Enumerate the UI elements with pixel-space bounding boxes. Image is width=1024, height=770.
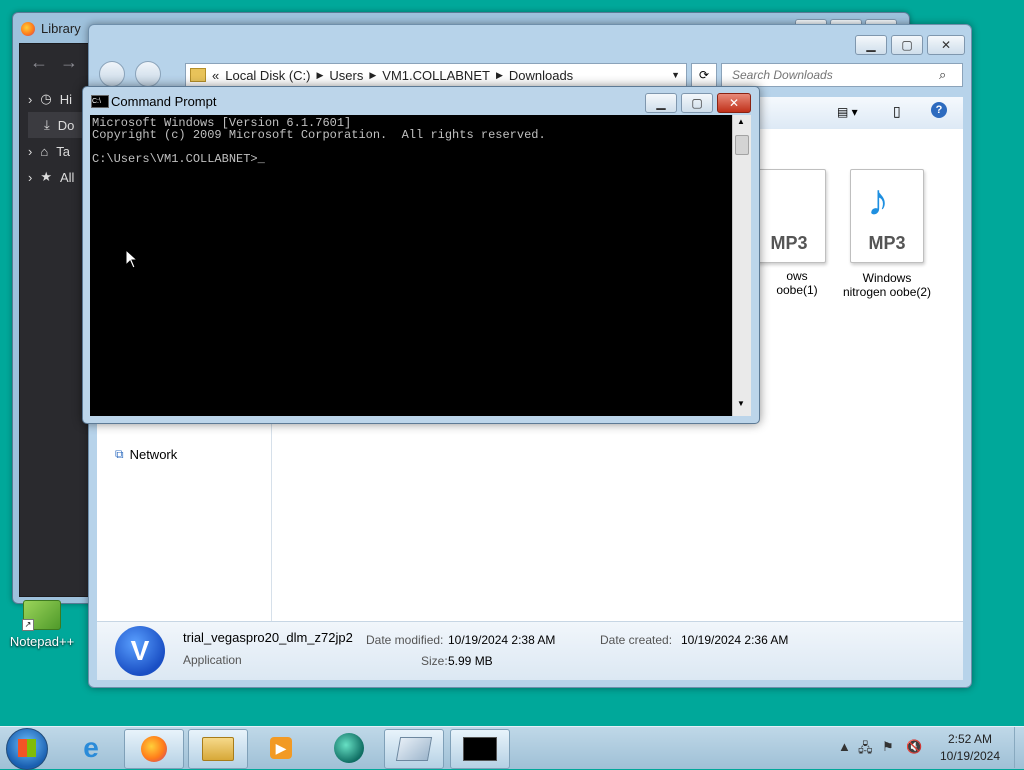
notepad-plus-plus-icon: ↗	[22, 600, 61, 631]
breadcrumb-separator-icon: ▶	[316, 69, 324, 80]
library-title: Library	[21, 21, 81, 36]
command-prompt-window: C:\ Command Prompt ▁ ▢ ✕ Microsoft Windo…	[82, 86, 760, 424]
scroll-up-icon[interactable]: ▲	[737, 117, 745, 126]
console-output[interactable]: Microsoft Windows [Version 6.1.7601] Cop…	[90, 115, 732, 416]
network-tray-icon[interactable]: 🖧	[858, 739, 873, 761]
network-icon: ⧉	[115, 447, 124, 461]
mouse-cursor-icon	[125, 249, 139, 269]
refresh-button[interactable]: ⟳	[691, 63, 717, 87]
library-tags-item[interactable]: › ⌂ Ta	[28, 138, 70, 164]
folder-icon	[202, 737, 234, 761]
breadcrumb-item[interactable]: Users	[329, 68, 363, 83]
nav-item-network[interactable]: ⧉ Network	[115, 447, 177, 462]
search-box[interactable]: ⌕	[721, 63, 963, 87]
detail-modified-value: 10/19/2024 2:38 AM	[448, 633, 556, 647]
details-pane: V trial_vegaspro20_dlm_z72jp2 Applicatio…	[97, 621, 963, 680]
detail-kind: Application	[183, 653, 242, 667]
cmd-close-button[interactable]: ✕	[717, 93, 751, 113]
clock-date: 10/19/2024	[939, 749, 1001, 763]
breadcrumb-item[interactable]: Downloads	[509, 68, 573, 83]
explorer-minimize-button[interactable]: ▁	[855, 35, 887, 55]
chevron-right-icon: ›	[28, 143, 33, 159]
address-dropdown-icon[interactable]: ▼	[671, 70, 680, 80]
star-icon: ★	[40, 169, 52, 184]
help-icon[interactable]: ?	[931, 102, 947, 118]
taskbar-firefox[interactable]	[124, 729, 184, 769]
preview-pane-icon[interactable]: ▯	[893, 103, 901, 120]
clock-time: 2:52 AM	[947, 732, 993, 746]
cmd-app-icon: C:\	[91, 95, 109, 108]
breadcrumb-separator-icon: ▶	[495, 69, 503, 80]
back-arrow-icon[interactable]: ←	[30, 52, 48, 73]
search-input[interactable]	[730, 67, 939, 83]
windows-logo-icon	[18, 739, 36, 757]
detail-filename: trial_vegaspro20_dlm_z72jp2	[183, 630, 353, 645]
taskbar-app[interactable]	[320, 729, 378, 767]
cmd-icon	[463, 737, 497, 761]
explorer-close-button[interactable]: ✕	[927, 35, 965, 55]
taskbar-command-prompt[interactable]	[450, 729, 510, 769]
firefox-icon	[141, 736, 167, 762]
scroll-down-icon[interactable]: ▼	[737, 399, 745, 408]
clock[interactable]: 2:52 AM 10/19/2024	[930, 731, 1010, 765]
folder-icon	[190, 68, 206, 82]
breadcrumb-overflow-icon: «	[212, 67, 220, 83]
library-all-bookmarks-item[interactable]: › ★ All	[28, 164, 74, 190]
show-hidden-icons-icon[interactable]: ▲	[838, 739, 851, 754]
detail-created-label: Date created:	[600, 633, 673, 647]
console-prompt-line: C:\Users\VM1.COLLABNET>_	[92, 152, 265, 166]
desktop-icon-notepad[interactable]: ↗ Notepad++	[4, 600, 80, 649]
file-item[interactable]: ♪ MP3 Windows nitrogen oobe(2)	[832, 169, 942, 299]
window-icon	[395, 737, 433, 761]
mp3-file-icon: MP3	[752, 169, 826, 263]
media-player-icon: ▶	[270, 737, 292, 759]
console-scrollbar[interactable]: ▲ ▼	[732, 115, 751, 416]
volume-muted-icon[interactable]: 🔇	[906, 739, 922, 755]
taskbar-explorer[interactable]	[188, 729, 248, 769]
clock-icon: ◷	[40, 91, 52, 106]
vegas-app-icon: V	[115, 626, 165, 676]
detail-size-label: Size:	[421, 654, 448, 668]
breadcrumb-separator-icon: ▶	[369, 69, 377, 80]
taskbar-internet-explorer[interactable]: e	[62, 729, 120, 767]
start-button[interactable]	[6, 728, 48, 770]
library-history-item[interactable]: › ◷ Hi	[28, 86, 72, 112]
forward-arrow-icon[interactable]: →	[60, 52, 78, 73]
tag-icon: ⌂	[40, 143, 49, 159]
detail-size-value: 5.99 MB	[448, 654, 493, 668]
address-bar[interactable]: « Local Disk (C:) ▶ Users ▶ VM1.COLLABNE…	[185, 63, 687, 87]
internet-explorer-icon: e	[83, 732, 99, 763]
detail-modified-label: Date modified:	[366, 633, 444, 647]
view-options-icon[interactable]: ▤ ▾	[837, 105, 858, 119]
chevron-right-icon: ›	[28, 91, 33, 107]
explorer-back-button[interactable]	[99, 61, 125, 87]
taskbar: e ▶ ▲ 🖧 ⚑ 🔇 2:52 AM 10/19/2024	[0, 726, 1024, 770]
action-center-flag-icon[interactable]: ⚑	[882, 739, 894, 755]
taskbar-app-window[interactable]	[384, 729, 444, 769]
refresh-icon: ⟳	[698, 68, 710, 82]
search-icon[interactable]: ⌕	[939, 67, 946, 83]
explorer-maximize-button[interactable]: ▢	[891, 35, 923, 55]
firefox-icon	[21, 21, 35, 36]
breadcrumb-item[interactable]: VM1.COLLABNET	[382, 68, 490, 83]
music-note-icon: ♪	[867, 176, 889, 225]
cmd-minimize-button[interactable]: ▁	[645, 93, 677, 113]
show-desktop-button[interactable]	[1014, 727, 1024, 768]
cmd-title: Command Prompt	[111, 94, 217, 109]
download-icon: ⤓	[44, 117, 50, 132]
console-line: Copyright (c) 2009 Microsoft Corporation…	[92, 128, 546, 142]
app-globe-icon	[334, 733, 364, 763]
chevron-right-icon: ›	[28, 169, 33, 185]
cmd-maximize-button[interactable]: ▢	[681, 93, 713, 113]
breadcrumb-item[interactable]: Local Disk (C:)	[225, 68, 310, 83]
detail-created-value: 10/19/2024 2:36 AM	[681, 633, 789, 647]
file-item[interactable]: MP3 ows oobe(1)	[752, 169, 842, 297]
mp3-file-icon: ♪ MP3	[850, 169, 924, 263]
taskbar-media-player[interactable]: ▶	[252, 729, 310, 767]
explorer-forward-button[interactable]	[135, 61, 161, 87]
scrollbar-thumb[interactable]	[735, 135, 749, 155]
